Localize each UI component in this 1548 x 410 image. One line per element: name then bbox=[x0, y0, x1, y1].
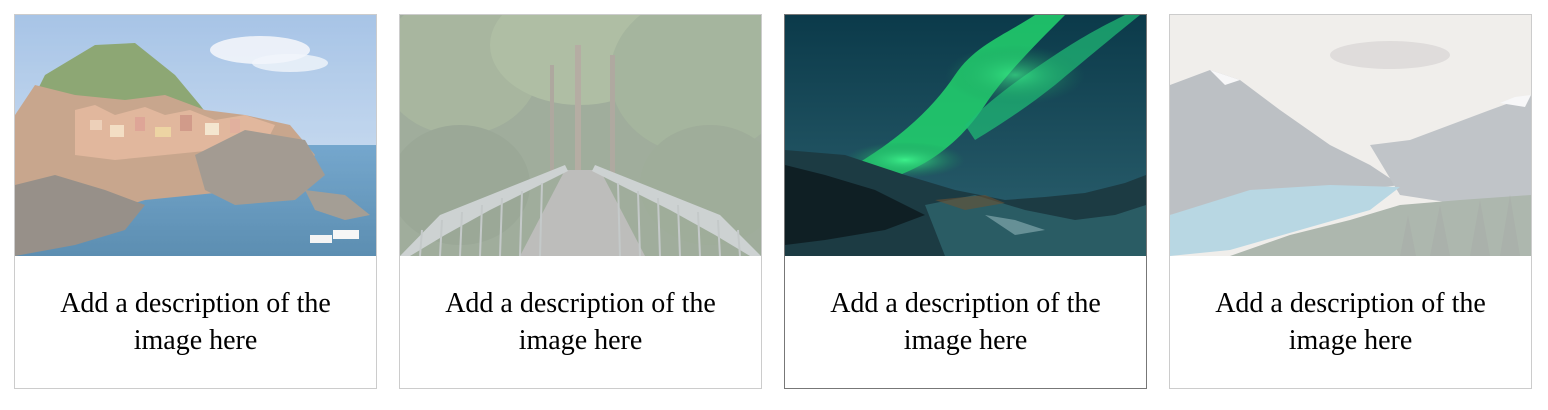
gallery-card[interactable]: Add a description of the image here bbox=[399, 14, 762, 389]
forest-bridge-image[interactable] bbox=[400, 15, 761, 256]
coastal-village-image[interactable] bbox=[15, 15, 376, 256]
image-description: Add a description of the image here bbox=[445, 288, 716, 356]
image-gallery: Add a description of the image here Add … bbox=[14, 14, 1532, 389]
image-description: Add a description of the image here bbox=[60, 288, 331, 356]
northern-lights-image[interactable] bbox=[785, 15, 1146, 256]
gallery-card[interactable]: Add a description of the image here bbox=[784, 14, 1147, 389]
image-description: Add a description of the image here bbox=[1215, 288, 1486, 356]
gallery-card[interactable]: Add a description of the image here bbox=[14, 14, 377, 389]
gallery-card[interactable]: Add a description of the image here bbox=[1169, 14, 1532, 389]
image-description: Add a description of the image here bbox=[830, 288, 1101, 356]
mountain-lake-image[interactable] bbox=[1170, 15, 1531, 256]
